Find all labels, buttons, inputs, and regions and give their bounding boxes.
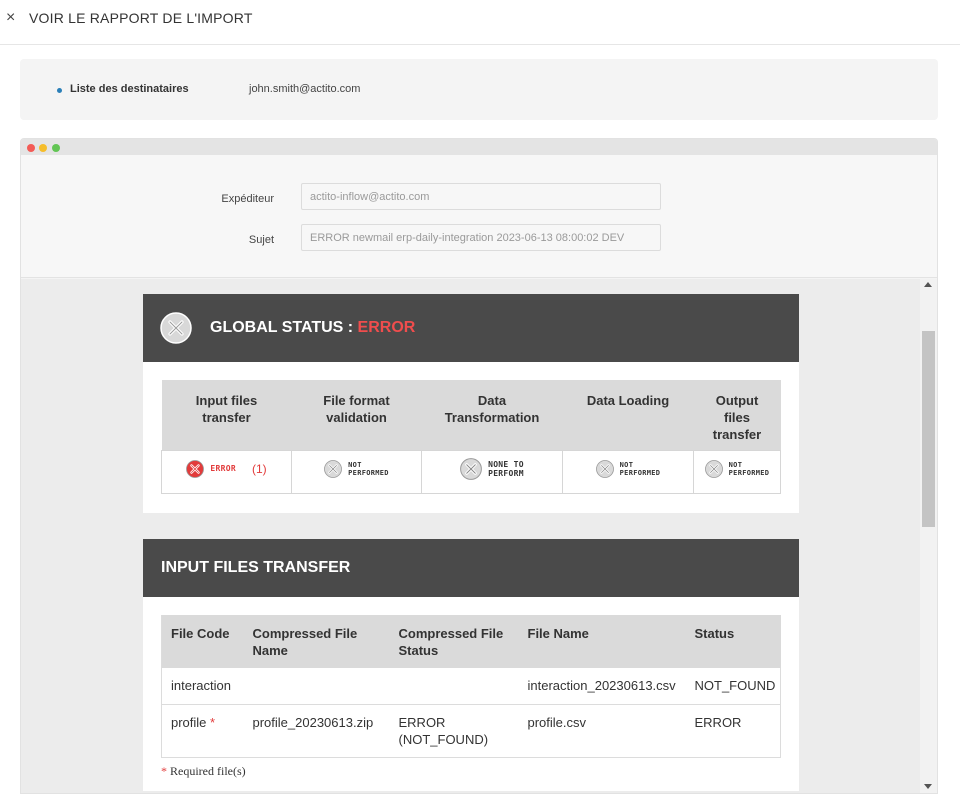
subject-field: ERROR newmail erp-daily-integration 2023…: [301, 224, 661, 251]
error-x-icon: [160, 312, 192, 344]
recipients-value: john.smith@actito.com: [249, 83, 361, 95]
step-status-text: NOT PERFORMED: [728, 461, 770, 477]
window-maximize-dot-icon: [52, 144, 60, 152]
col-compressed-name: Compressed File Name: [243, 614, 390, 668]
step-header-data-loading: Data Loading: [562, 380, 694, 450]
cell-compressed-name: profile_20230613.zip: [243, 704, 390, 758]
global-status-body: Input files transfer File format validatio…: [143, 362, 799, 513]
step-status-text: ERROR: [210, 464, 236, 473]
cell-file-name: profile.csv: [518, 704, 686, 758]
col-file-code: File Code: [161, 614, 244, 668]
dialog-title: VOIR LE RAPPORT DE L'IMPORT: [29, 10, 253, 26]
close-icon[interactable]: ×: [6, 9, 15, 27]
files-table: File Code Compressed File Name Compresse…: [161, 614, 781, 758]
step-status-text: NOT PERFORMED: [348, 461, 389, 477]
window-minimize-dot-icon: [39, 144, 47, 152]
step-status-text: NOT PERFORMED: [619, 461, 661, 477]
status-x-icon: [704, 460, 723, 478]
steps-header-row: Input files transfer File format validatio…: [161, 380, 781, 450]
status-x-icon: [324, 460, 343, 478]
table-row: profile * profile_20230613.zip ERROR (NOT…: [161, 704, 781, 758]
cell-compressed-status: [389, 667, 519, 705]
cell-file-name: interaction_20230613.csv: [518, 667, 686, 705]
step-header-data-transformation: Data Transformation: [421, 380, 563, 450]
required-note-text: Required file(s): [167, 764, 246, 778]
global-status-label: GLOBAL STATUS :: [210, 319, 358, 336]
steps-table: Input files transfer File format validatio…: [161, 380, 781, 494]
scroll-up-icon[interactable]: [924, 282, 932, 287]
global-status-header: GLOBAL STATUS : ERROR: [143, 294, 799, 362]
input-files-header: INPUT FILES TRANSFER: [143, 538, 799, 597]
recipients-panel: Liste des destinataires john.smith@actit…: [20, 59, 938, 120]
cell-compressed-name: [243, 667, 390, 705]
scrollbar-thumb[interactable]: [922, 331, 935, 527]
sender-field: actito-inflow@actito.com: [301, 183, 661, 210]
scroll-down-icon[interactable]: [924, 784, 932, 789]
status-x-icon: [460, 458, 482, 480]
subject-label: Sujet: [248, 234, 274, 246]
input-files-title: INPUT FILES TRANSFER: [161, 558, 351, 576]
table-row: interaction interaction_20230613.csv NOT…: [161, 667, 781, 705]
step-status-text: NONE TO PERFORM: [488, 460, 524, 478]
bullet-icon: [57, 88, 62, 93]
cell-status: ERROR: [685, 704, 781, 758]
step-header-input-files: Input files transfer: [161, 380, 292, 450]
window-bar: [21, 139, 937, 155]
col-status: Status: [685, 614, 781, 668]
input-files-body: File Code Compressed File Name Compresse…: [143, 596, 799, 791]
global-status-value: ERROR: [357, 319, 416, 336]
step-status-data-transformation: NONE TO PERFORM: [421, 449, 563, 494]
dialog-header: × VOIR LE RAPPORT DE L'IMPORT: [0, 0, 960, 45]
step-status-output-files: NOT PERFORMED: [693, 449, 781, 494]
vertical-scrollbar[interactable]: [920, 279, 937, 793]
step-header-file-format: File format validation: [291, 380, 422, 450]
window-close-dot-icon: [27, 144, 35, 152]
global-status-title: GLOBAL STATUS : ERROR: [210, 319, 415, 337]
step-status-file-format: NOT PERFORMED: [291, 449, 422, 494]
col-file-name: File Name: [518, 614, 686, 668]
error-x-icon: [186, 460, 205, 478]
email-content: GLOBAL STATUS : ERROR Input files transfe…: [143, 294, 799, 791]
step-status-data-loading: NOT PERFORMED: [562, 449, 694, 494]
sender-label: Expéditeur: [221, 193, 274, 205]
required-mark: *: [210, 715, 216, 730]
steps-status-row: ERROR (1) NOT PERFORMED NONE TO PERFORM …: [161, 449, 781, 494]
col-compressed-status: Compressed File Status: [389, 614, 519, 668]
step-status-input-files: ERROR (1): [161, 449, 292, 494]
error-count[interactable]: (1): [252, 462, 267, 476]
email-preview-frame: Expéditeur actito-inflow@actito.com Suje…: [20, 138, 938, 794]
cell-compressed-status: ERROR (NOT_FOUND): [389, 704, 519, 758]
recipients-label: Liste des destinataires: [70, 83, 189, 95]
email-body-scroll[interactable]: GLOBAL STATUS : ERROR Input files transfe…: [21, 279, 937, 793]
required-note: * Required file(s): [161, 764, 781, 779]
step-header-output-files: Output files transfer: [693, 380, 781, 450]
cell-file-code: interaction: [161, 667, 244, 705]
cell-status: NOT_FOUND: [685, 667, 781, 705]
status-x-icon: [595, 460, 614, 478]
cell-file-code: profile *: [161, 704, 244, 758]
email-meta: Expéditeur actito-inflow@actito.com Suje…: [21, 155, 937, 278]
files-header-row: File Code Compressed File Name Compresse…: [161, 614, 781, 668]
